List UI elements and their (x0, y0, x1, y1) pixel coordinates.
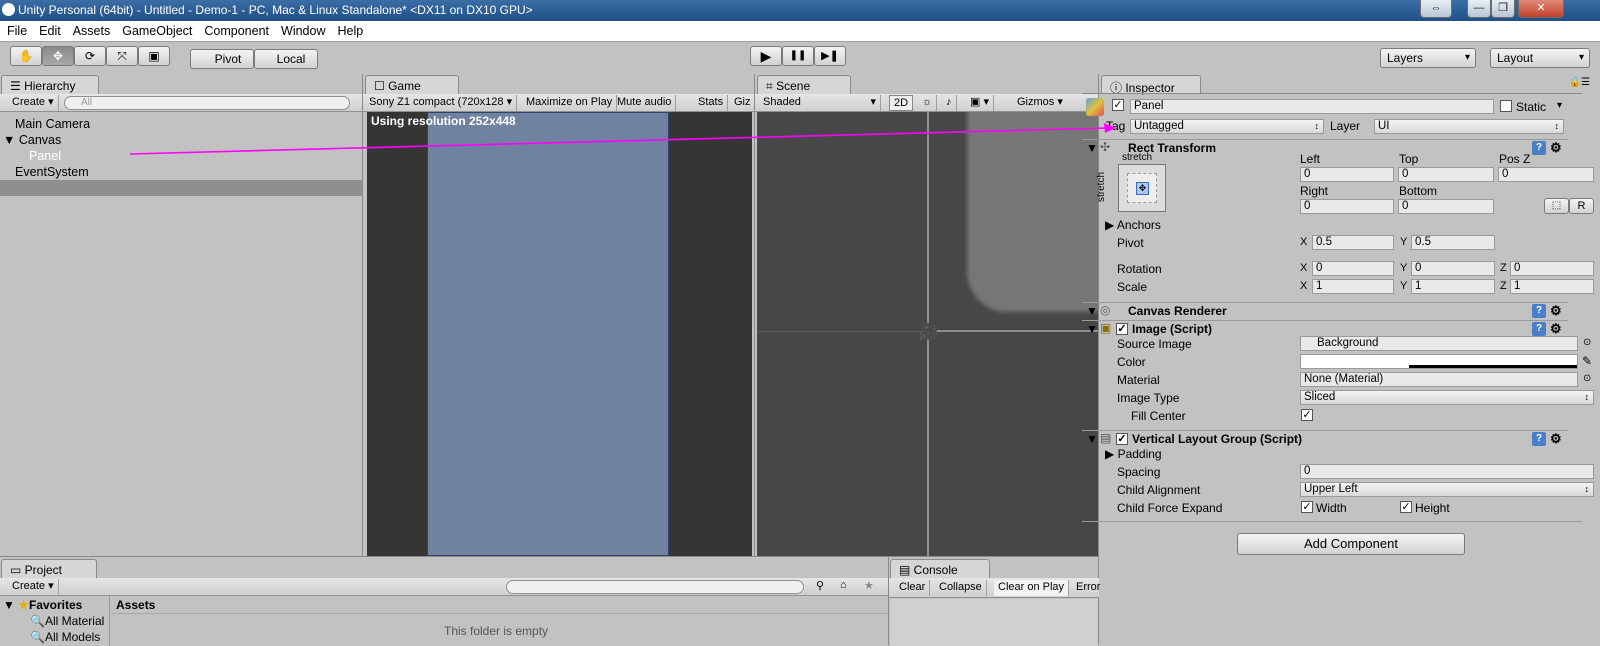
clear-on-play-toggle[interactable]: Clear on Play (994, 580, 1070, 596)
console-collapse-button[interactable]: Collapse (935, 580, 987, 596)
project-create-label: Create (12, 580, 46, 592)
favorites-foldout[interactable]: ▼ ★Favorites (3, 598, 82, 612)
annotation-arrow (129, 123, 1116, 155)
arrow-head (1104, 123, 1116, 133)
tab-console[interactable]: ▤ Console (890, 559, 990, 578)
console-tab-label: Console (913, 563, 958, 577)
project-panel: ▭ Project Create ▾ ⚲ ⌂ ★ ▼ ★Favorites 🔍A… (0, 556, 888, 646)
star-icon[interactable]: ★ (864, 579, 874, 592)
console-log-area[interactable] (890, 599, 1098, 646)
favorite-item-label: All Material (44, 614, 105, 628)
arrow-line (129, 127, 1109, 155)
console-toolbar: Clear Collapse Clear on Play Error (889, 578, 1100, 598)
favorite-item-label: All Models (44, 630, 101, 644)
star-icon: ★ (18, 598, 29, 612)
favorites-column: ▼ ★Favorites 🔍All Material 🔍All Models (0, 596, 110, 646)
project-toolbar: Create ▾ ⚲ ⌂ ★ (0, 578, 888, 596)
project-search-input[interactable] (506, 580, 804, 594)
project-tab-label: Project (24, 563, 63, 577)
tab-project[interactable]: ▭ Project (1, 559, 97, 578)
divider (111, 613, 888, 614)
filter-by-label-icon[interactable]: ⌂ (840, 579, 847, 591)
console-panel: ▤ Console Clear Collapse Clear on Play E… (888, 556, 1100, 646)
list-item[interactable]: 🔍All Models (30, 630, 100, 644)
favorites-label: Favorites (28, 598, 83, 612)
assets-breadcrumb[interactable]: Assets (116, 598, 155, 612)
console-clear-button[interactable]: Clear (895, 580, 931, 596)
filter-by-type-icon[interactable]: ⚲ (816, 579, 824, 592)
error-pause-toggle[interactable]: Error (1072, 580, 1104, 596)
empty-folder-message: This folder is empty (444, 624, 549, 638)
project-create-button[interactable]: Create ▾ (8, 579, 59, 595)
search-icon: 🔍 (30, 614, 45, 628)
list-item[interactable]: 🔍All Material (30, 614, 104, 628)
search-icon: 🔍 (30, 630, 45, 644)
